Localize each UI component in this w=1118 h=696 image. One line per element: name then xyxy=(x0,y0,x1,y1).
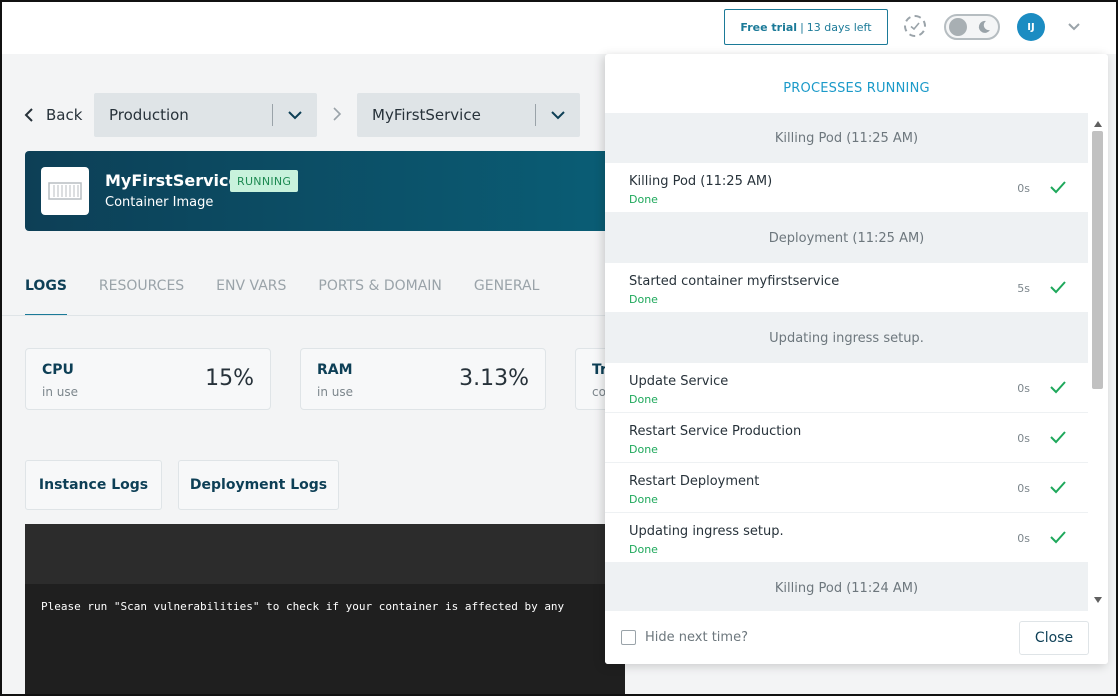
check-icon xyxy=(1050,381,1066,394)
back-label: Back xyxy=(46,106,83,124)
check-icon xyxy=(1050,531,1066,544)
process-name: Started container myfirstservice xyxy=(629,274,840,289)
process-status: Done xyxy=(629,543,658,556)
metric-value: 15% xyxy=(205,366,254,391)
process-item: Restart Service Production Done 0s xyxy=(605,413,1088,463)
process-status: Done xyxy=(629,493,658,506)
chevron-down-icon xyxy=(273,93,317,137)
processes-icon[interactable] xyxy=(904,15,926,37)
metric-ram: RAM in use 3.13% xyxy=(300,348,546,410)
process-duration: 0s xyxy=(1017,532,1030,545)
check-icon xyxy=(1050,181,1066,194)
metric-value: 3.13% xyxy=(459,366,529,391)
user-avatar[interactable]: IJ xyxy=(1017,13,1045,41)
service-select[interactable]: MyFirstService xyxy=(357,93,580,137)
process-item: Killing Pod (11:25 AM) Done 0s xyxy=(605,163,1088,213)
tab-logs[interactable]: LOGS xyxy=(25,270,67,316)
theme-toggle[interactable] xyxy=(944,14,1000,40)
tab-general[interactable]: GENERAL xyxy=(474,270,540,316)
process-list[interactable]: Killing Pod (11:25 AM) Killing Pod (11:2… xyxy=(605,113,1088,611)
process-name: Update Service xyxy=(629,374,729,389)
process-group-header: Updating ingress setup. xyxy=(605,313,1088,363)
top-bar: Free trial | 13 days left IJ xyxy=(2,2,1116,54)
process-item: Updating ingress setup. Done 0s xyxy=(605,513,1088,563)
instance-logs-button[interactable]: Instance Logs xyxy=(25,460,162,510)
process-status: Done xyxy=(629,443,658,456)
trial-label: Free trial xyxy=(740,20,798,34)
metric-sub: co xyxy=(592,385,606,399)
chevron-down-icon xyxy=(536,93,580,137)
chevron-right-icon xyxy=(333,107,342,121)
process-duration: 0s xyxy=(1017,482,1030,495)
check-icon xyxy=(1050,281,1066,294)
service-header: MyFirstService RUNNING Container Image xyxy=(25,151,625,231)
deployment-logs-button[interactable]: Deployment Logs xyxy=(178,460,339,510)
environment-select[interactable]: Production xyxy=(94,93,317,137)
processes-panel: PROCESSES RUNNING Killing Pod (11:25 AM)… xyxy=(605,54,1108,664)
process-name: Restart Service Production xyxy=(629,424,802,439)
metric-sub: in use xyxy=(42,385,78,399)
moon-icon xyxy=(978,20,990,33)
app-window: Free trial | 13 days left IJ Back Produc… xyxy=(0,0,1118,696)
tab-ports-domain[interactable]: PORTS & DOMAIN xyxy=(318,270,441,316)
process-name: Killing Pod (11:25 AM) xyxy=(629,174,773,189)
trial-days-left: 13 days left xyxy=(806,20,872,34)
terminal-line: Please run "Scan vulnerabilities" to che… xyxy=(41,600,565,613)
environment-value: Production xyxy=(109,106,189,124)
process-duration: 0s xyxy=(1017,182,1030,195)
process-duration: 0s xyxy=(1017,382,1030,395)
status-badge: RUNNING xyxy=(230,170,299,192)
log-terminal[interactable]: Please run "Scan vulnerabilities" to che… xyxy=(25,524,625,694)
service-value: MyFirstService xyxy=(372,106,481,124)
process-group-header: Killing Pod (11:25 AM) xyxy=(605,113,1088,163)
process-item: Started container myfirstservice Done 5s xyxy=(605,263,1088,313)
process-item: Update Service Done 0s xyxy=(605,363,1088,413)
free-trial-button[interactable]: Free trial | 13 days left xyxy=(724,9,888,45)
process-name: Updating ingress setup. xyxy=(629,524,784,539)
process-item: Restart Deployment Done 0s xyxy=(605,463,1088,513)
close-button[interactable]: Close xyxy=(1019,621,1089,655)
check-icon xyxy=(1050,431,1066,444)
container-icon xyxy=(41,167,89,215)
scroll-up-icon[interactable] xyxy=(1094,121,1102,127)
process-status: Done xyxy=(629,393,658,406)
chevron-down-icon[interactable] xyxy=(1066,18,1082,34)
service-type: Container Image xyxy=(105,195,214,210)
toggle-knob xyxy=(949,18,967,36)
metric-label: RAM xyxy=(317,362,353,378)
tab-resources[interactable]: RESOURCES xyxy=(99,270,184,316)
panel-title: PROCESSES RUNNING xyxy=(783,81,930,96)
tab-env-vars[interactable]: ENV VARS xyxy=(216,270,286,316)
process-status: Done xyxy=(629,193,658,206)
hide-next-time-label[interactable]: Hide next time? xyxy=(645,630,748,645)
check-icon xyxy=(1050,481,1066,494)
service-name: MyFirstService xyxy=(105,171,240,190)
process-status: Done xyxy=(629,293,658,306)
metric-cpu: CPU in use 15% xyxy=(25,348,271,410)
process-group-header: Deployment (11:25 AM) xyxy=(605,213,1088,263)
scroll-down-icon[interactable] xyxy=(1094,597,1102,603)
chevron-left-icon xyxy=(24,108,33,122)
tab-divider xyxy=(2,315,622,316)
tab-bar: LOGS RESOURCES ENV VARS PORTS & DOMAIN G… xyxy=(25,270,539,316)
process-duration: 5s xyxy=(1017,282,1030,295)
process-duration: 0s xyxy=(1017,432,1030,445)
metric-sub: in use xyxy=(317,385,353,399)
hide-next-time-checkbox[interactable] xyxy=(621,630,636,645)
process-list-scrollbar[interactable] xyxy=(1089,113,1107,611)
terminal-toolbar xyxy=(25,524,625,584)
trial-separator: | xyxy=(800,20,804,34)
back-button[interactable]: Back xyxy=(24,104,82,126)
process-name: Restart Deployment xyxy=(629,474,760,489)
process-group-header: Killing Pod (11:24 AM) xyxy=(605,563,1088,611)
panel-footer: Hide next time? Close xyxy=(605,611,1108,664)
scrollbar-thumb[interactable] xyxy=(1092,131,1103,389)
metric-label: CPU xyxy=(42,362,74,378)
